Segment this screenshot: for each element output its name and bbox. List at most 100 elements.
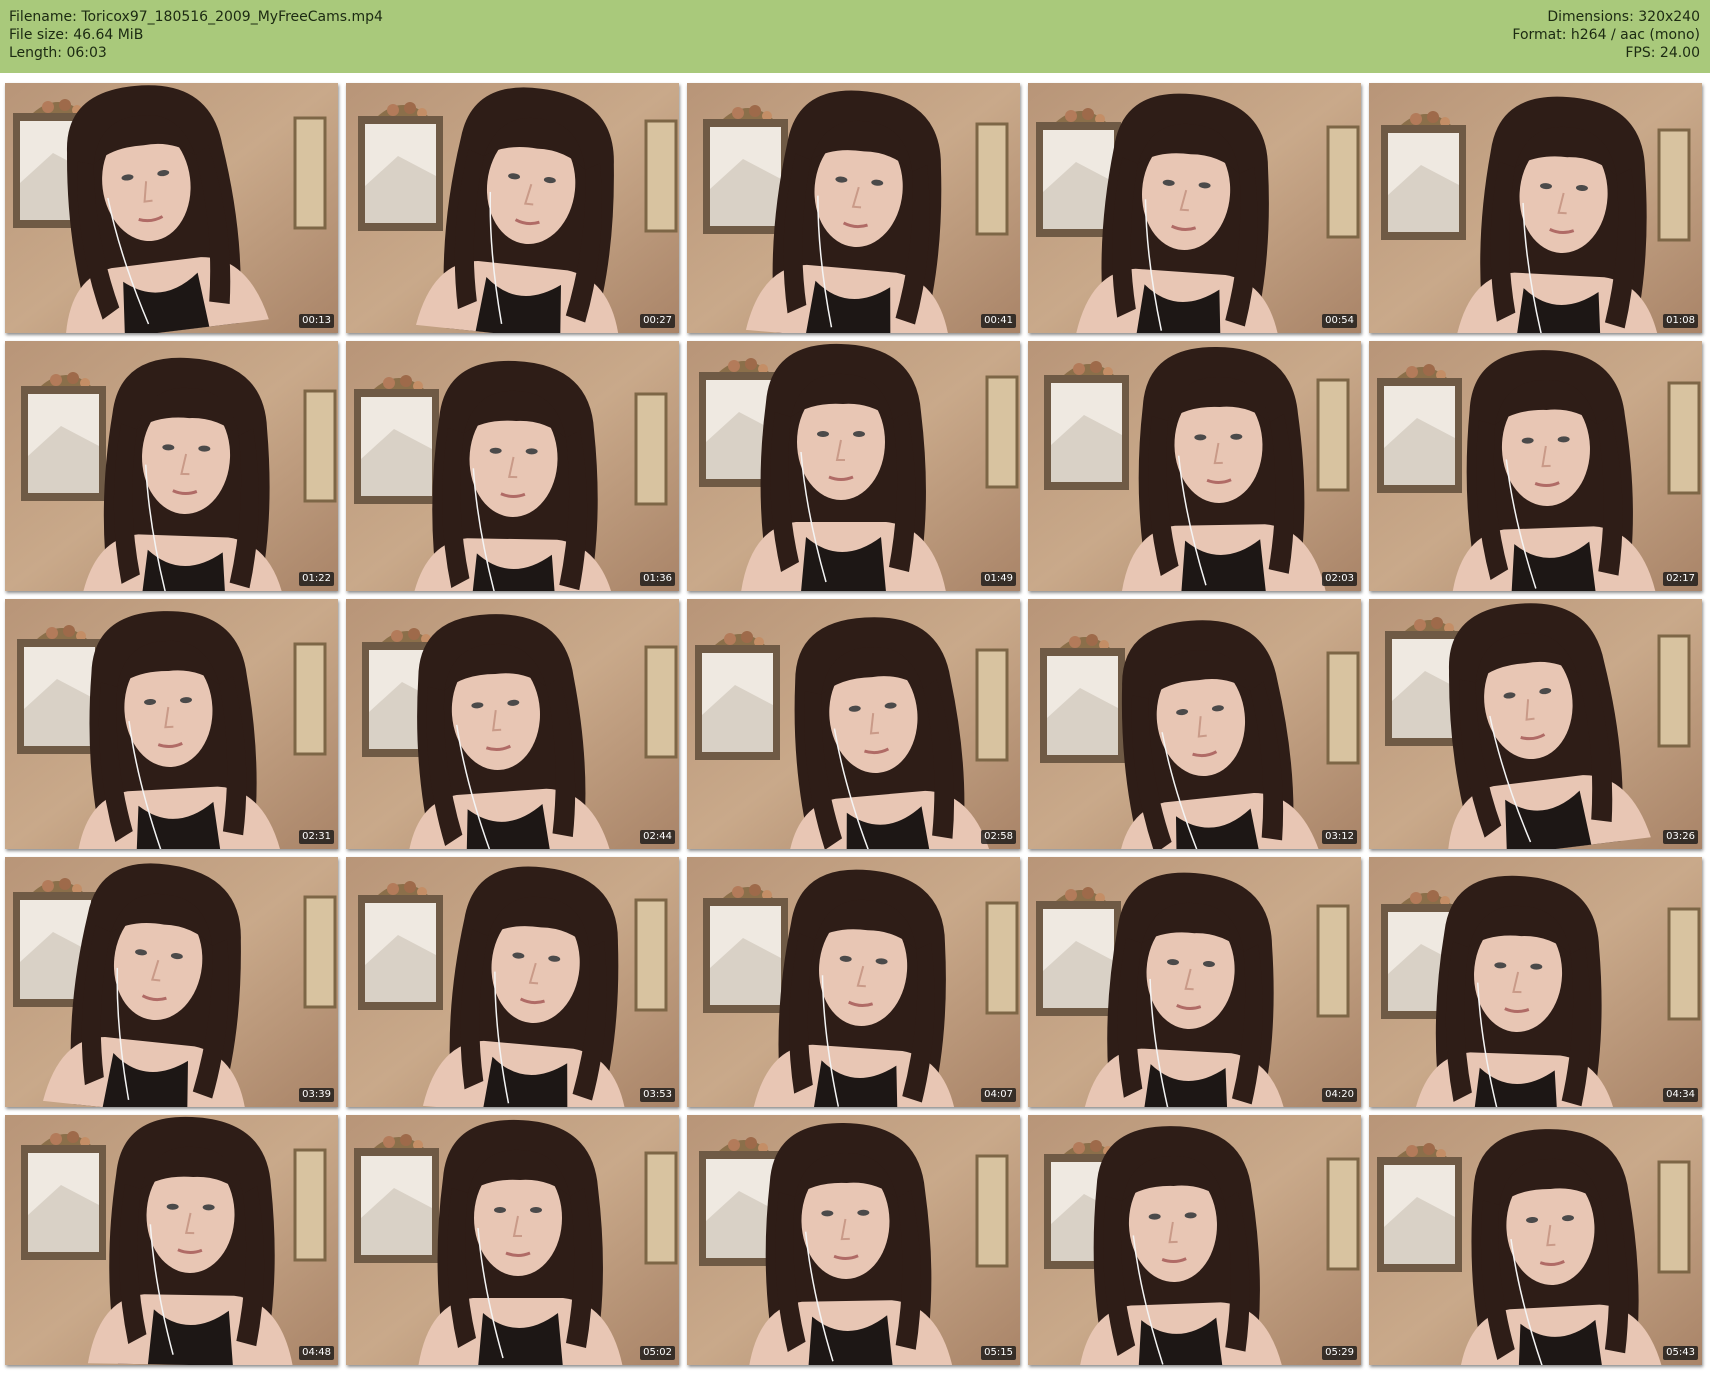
thumbnail-timestamp: 05:15 <box>981 1346 1016 1360</box>
video-frame <box>687 599 1020 849</box>
thumbnail-timestamp: 03:39 <box>299 1088 334 1102</box>
video-frame <box>5 857 338 1107</box>
format-label: Format: <box>1512 27 1567 43</box>
mirror-frame <box>1044 361 1129 490</box>
video-thumbnail: 03:53 <box>346 857 679 1107</box>
video-thumbnail: 01:36 <box>346 341 679 591</box>
video-thumbnail: 04:48 <box>5 1115 338 1365</box>
video-thumbnail: 00:13 <box>5 83 338 333</box>
wall-picture <box>1657 1160 1691 1274</box>
thumbnail-timestamp: 05:43 <box>1663 1346 1698 1360</box>
video-frame <box>1028 83 1361 333</box>
thumbnail-timestamp: 00:41 <box>981 314 1016 328</box>
wall-picture <box>975 122 1009 236</box>
mirror-frame <box>358 102 443 231</box>
video-frame <box>1369 1115 1702 1365</box>
mirror-frame <box>1381 111 1466 240</box>
thumbnail-timestamp: 05:02 <box>640 1346 675 1360</box>
mirror-frame <box>21 1131 106 1260</box>
mirror-frame <box>17 625 102 754</box>
video-thumbnail: 03:39 <box>5 857 338 1107</box>
thumbnail-timestamp: 04:07 <box>981 1088 1016 1102</box>
video-thumbnail: 03:12 <box>1028 599 1361 849</box>
filesize-line: File size: 46.64 MiB <box>9 26 383 44</box>
mirror-frame <box>703 105 788 234</box>
video-frame <box>1028 857 1361 1107</box>
dimensions-value: 320x240 <box>1638 9 1700 25</box>
video-thumbnail: 00:41 <box>687 83 1020 333</box>
mirror-frame <box>703 884 788 1013</box>
filename-line: Filename: Toricox97_180516_2009_MyFreeCa… <box>9 8 383 26</box>
video-thumbnail: 02:58 <box>687 599 1020 849</box>
wall-picture <box>1667 907 1701 1021</box>
video-frame <box>346 83 679 333</box>
wall-picture <box>293 116 327 230</box>
thumbnail-timestamp: 03:26 <box>1663 830 1698 844</box>
video-frame <box>346 1115 679 1365</box>
thumbnail-timestamp: 04:20 <box>1322 1088 1357 1102</box>
wall-picture <box>644 1151 678 1265</box>
video-thumbnail: 05:43 <box>1369 1115 1702 1365</box>
wall-picture <box>1316 378 1350 492</box>
video-thumbnail: 04:07 <box>687 857 1020 1107</box>
video-frame <box>1369 599 1702 849</box>
video-thumbnail: 05:02 <box>346 1115 679 1365</box>
video-frame <box>5 341 338 591</box>
video-thumbnail: 03:26 <box>1369 599 1702 849</box>
fps-label: FPS: <box>1625 45 1656 61</box>
video-thumbnail: 04:34 <box>1369 857 1702 1107</box>
thumbnail-timestamp: 04:34 <box>1663 1088 1698 1102</box>
thumbnail-timestamp: 00:54 <box>1322 314 1357 328</box>
wall-picture <box>303 895 337 1009</box>
thumbnail-timestamp: 02:44 <box>640 830 675 844</box>
filesize-label: File size: <box>9 27 69 43</box>
video-frame <box>687 857 1020 1107</box>
format-line: Format: h264 / aac (mono) <box>1512 26 1700 44</box>
wall-picture <box>634 392 668 506</box>
filename-value: Toricox97_180516_2009_MyFreeCams.mp4 <box>81 9 383 25</box>
video-frame <box>1028 341 1361 591</box>
contact-sheet-header: Filename: Toricox97_180516_2009_MyFreeCa… <box>0 0 1710 73</box>
video-frame <box>346 857 679 1107</box>
thumbnail-timestamp: 00:27 <box>640 314 675 328</box>
video-frame <box>687 83 1020 333</box>
mirror-frame <box>354 375 439 504</box>
dimensions-line: Dimensions: 320x240 <box>1512 8 1700 26</box>
video-frame <box>687 341 1020 591</box>
thumbnail-timestamp: 00:13 <box>299 314 334 328</box>
thumbnail-timestamp: 01:22 <box>299 572 334 586</box>
dimensions-label: Dimensions: <box>1547 9 1634 25</box>
wall-picture <box>1657 634 1691 748</box>
wall-picture <box>1326 125 1360 239</box>
video-thumbnail: 01:49 <box>687 341 1020 591</box>
thumbnail-timestamp: 01:36 <box>640 572 675 586</box>
video-frame <box>1369 341 1702 591</box>
wall-picture <box>975 648 1009 762</box>
mirror-frame <box>354 1134 439 1263</box>
video-frame <box>5 599 338 849</box>
wall-picture <box>985 375 1019 489</box>
wall-picture <box>1326 651 1360 765</box>
wall-picture <box>303 389 337 503</box>
video-frame <box>346 341 679 591</box>
wall-picture <box>644 645 678 759</box>
video-info: Dimensions: 320x240 Format: h264 / aac (… <box>1512 8 1700 62</box>
mirror-frame <box>695 631 780 760</box>
fps-value: 24.00 <box>1659 45 1700 61</box>
length-line: Length: 06:03 <box>9 44 383 62</box>
mirror-frame <box>1036 887 1121 1016</box>
thumbnail-timestamp: 02:31 <box>299 830 334 844</box>
thumbnail-timestamp: 03:12 <box>1322 830 1357 844</box>
video-thumbnail: 00:54 <box>1028 83 1361 333</box>
thumbnail-timestamp: 05:29 <box>1322 1346 1357 1360</box>
video-thumbnail: 02:03 <box>1028 341 1361 591</box>
thumbnail-timestamp: 01:49 <box>981 572 1016 586</box>
video-frame <box>346 599 679 849</box>
length-label: Length: <box>9 45 63 61</box>
video-thumbnail: 04:20 <box>1028 857 1361 1107</box>
filesize-value: 46.64 MiB <box>73 27 144 43</box>
wall-picture <box>1316 904 1350 1018</box>
video-thumbnail: 02:31 <box>5 599 338 849</box>
filename-label: Filename: <box>9 9 77 25</box>
length-value: 06:03 <box>66 45 107 61</box>
